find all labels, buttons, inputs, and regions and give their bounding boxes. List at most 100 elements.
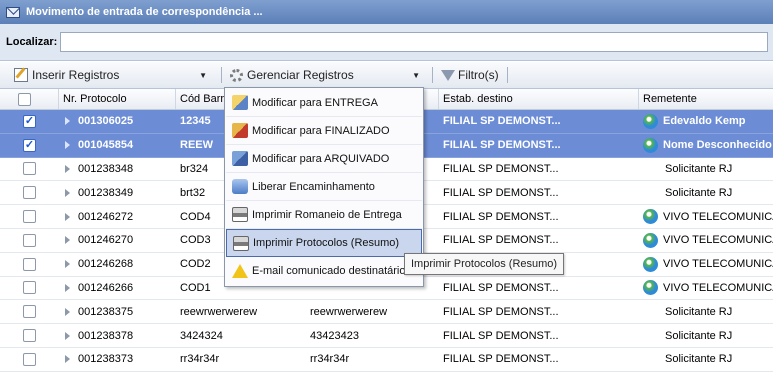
filter-button[interactable]: Filtro(s) <box>437 64 503 86</box>
menu-item[interactable]: Imprimir Romaneio de Entrega <box>226 201 422 229</box>
chevron-down-icon: ▼ <box>199 70 207 80</box>
mail-icon <box>6 6 20 18</box>
protocolo-value: 001238375 <box>78 305 134 318</box>
row-checkbox[interactable] <box>23 329 36 343</box>
edit-icon <box>14 68 28 82</box>
column-3-cell: 43423423 <box>310 329 359 342</box>
estab-destino-cell: FILIAL SP DEMONST... <box>443 234 559 247</box>
protocolo-cell: 001246272 <box>59 205 176 228</box>
row-select-cell <box>0 253 59 276</box>
row-select-cell <box>0 300 59 323</box>
window-title: Movimento de entrada de correspondência … <box>26 6 263 18</box>
row-select-cell <box>0 229 59 252</box>
protocolo-value: 001238348 <box>78 162 134 175</box>
manage-records-button[interactable]: Gerenciar Registros ▼ <box>226 64 428 86</box>
expand-row-icon[interactable] <box>65 283 70 292</box>
remetente-cell: VIVO TELECOMUNICA <box>639 277 773 300</box>
row-checkbox[interactable] <box>23 352 36 366</box>
expand-row-icon[interactable] <box>65 236 70 245</box>
expand-row-icon[interactable] <box>65 307 70 316</box>
menu-item[interactable]: Modificar para FINALIZADO <box>226 117 422 145</box>
expand-row-icon[interactable] <box>65 164 70 173</box>
expand-row-icon[interactable] <box>65 260 70 269</box>
remetente-cell: VIVO TELECOMUNICA <box>639 229 773 252</box>
menu-item-label: Liberar Encaminhamento <box>252 180 375 193</box>
remetente-value: Nome Desconhecido <box>663 139 772 152</box>
row-checkbox[interactable] <box>23 281 36 295</box>
protocolo-cell: 001238348 <box>59 158 176 181</box>
manage-records-label: Gerenciar Registros <box>247 68 354 82</box>
row-select-cell <box>0 205 59 228</box>
row-checkbox[interactable] <box>23 162 36 176</box>
remetente-cell: Solicitante RJ <box>639 158 773 181</box>
estab-destino-cell: FILIAL SP DEMONST... <box>443 305 559 318</box>
select-all-checkbox[interactable] <box>18 92 31 106</box>
remetente-value: Solicitante RJ <box>665 305 733 318</box>
row-select-cell <box>0 181 59 204</box>
remetente-cell: Solicitante RJ <box>639 300 773 323</box>
column-3-cell: reewrwerwerew <box>310 305 388 318</box>
window-titlebar: Movimento de entrada de correspondência … <box>0 0 773 24</box>
protocolo-value: 001246268 <box>78 258 134 271</box>
remetente-value: Solicitante RJ <box>665 162 733 175</box>
remetente-value: VIVO TELECOMUNICA <box>663 281 773 294</box>
protocolo-cell: 001246268 <box>59 253 176 276</box>
globe-icon <box>643 256 658 272</box>
expand-row-icon[interactable] <box>65 212 70 221</box>
table-row[interactable]: 001238375 reewrwerwerew reewrwerwerew FILIA… <box>0 300 773 325</box>
menu-item[interactable]: Modificar para ENTREGA <box>226 89 422 117</box>
row-checkbox[interactable] <box>23 257 36 271</box>
protocolo-cell: 001238349 <box>59 181 176 204</box>
column-3-cell: rr34r34r <box>310 353 350 366</box>
protocolo-cell: 001246270 <box>59 229 176 252</box>
toolbar: Inserir Registros ▼ Gerenciar Registros … <box>0 62 773 89</box>
header-estab-destino[interactable]: Estab. destino <box>439 89 639 109</box>
menu-item-label: Modificar para FINALIZADO <box>252 124 390 137</box>
remetente-value: Solicitante RJ <box>665 329 733 342</box>
protocolo-value: 001246272 <box>78 210 134 223</box>
row-checkbox[interactable] <box>23 233 36 247</box>
remetente-value: VIVO TELECOMUNICA <box>663 258 773 271</box>
header-remetente[interactable]: Remetente <box>639 89 773 109</box>
filter-icon <box>441 69 455 81</box>
protocolo-cell: 001238373 <box>59 348 176 371</box>
protocolo-cell: 001306025 <box>59 110 176 133</box>
remetente-value: Edevaldo Kemp <box>663 115 746 128</box>
header-protocolo[interactable]: Nr. Protocolo <box>59 89 176 109</box>
cod-barras-cell: 3424324 <box>180 329 223 342</box>
row-select-cell <box>0 324 59 347</box>
finalized-icon <box>232 123 248 138</box>
protocolo-cell: 001238375 <box>59 300 176 323</box>
protocolo-cell: 001045854 <box>59 134 176 157</box>
printer-icon <box>233 235 249 251</box>
row-checkbox[interactable] <box>23 138 36 152</box>
expand-row-icon[interactable] <box>65 331 70 340</box>
table-row[interactable]: 001238378 3424324 43423423 FILIAL SP DEMONS… <box>0 324 773 348</box>
row-checkbox[interactable] <box>23 305 36 319</box>
insert-records-button[interactable]: Inserir Registros ▼ <box>0 64 217 86</box>
search-input[interactable] <box>60 32 769 52</box>
row-checkbox[interactable] <box>23 114 36 128</box>
menu-item[interactable]: Imprimir Protocolos (Resumo) <box>226 229 422 257</box>
protocolo-value: 001045854 <box>78 139 134 152</box>
expand-row-icon[interactable] <box>65 355 70 364</box>
menu-item-label: E-mail comunicado destinatário <box>252 265 406 277</box>
protocolo-value: 001238373 <box>78 353 134 366</box>
insert-records-label: Inserir Registros <box>32 68 120 82</box>
remetente-cell: Solicitante RJ <box>639 348 773 371</box>
expand-row-icon[interactable] <box>65 188 70 197</box>
remetente-value: Solicitante RJ <box>665 186 733 199</box>
remetente-cell: Solicitante RJ <box>639 181 773 204</box>
menu-item[interactable]: E-mail comunicado destinatário <box>226 257 422 285</box>
expand-row-icon[interactable] <box>65 117 70 126</box>
estab-destino-cell: FILIAL SP DEMONST... <box>443 186 559 199</box>
row-checkbox[interactable] <box>23 210 36 224</box>
table-row[interactable]: 001238373 rr34r34r rr34r34r FILIAL SP DEMON… <box>0 348 773 372</box>
globe-icon <box>643 113 658 129</box>
warning-icon <box>232 264 248 278</box>
menu-item-label: Modificar para ARQUIVADO <box>252 152 390 165</box>
menu-item[interactable]: Liberar Encaminhamento <box>226 173 422 201</box>
row-checkbox[interactable] <box>23 186 36 200</box>
menu-item[interactable]: Modificar para ARQUIVADO <box>226 145 422 173</box>
expand-row-icon[interactable] <box>65 141 70 150</box>
